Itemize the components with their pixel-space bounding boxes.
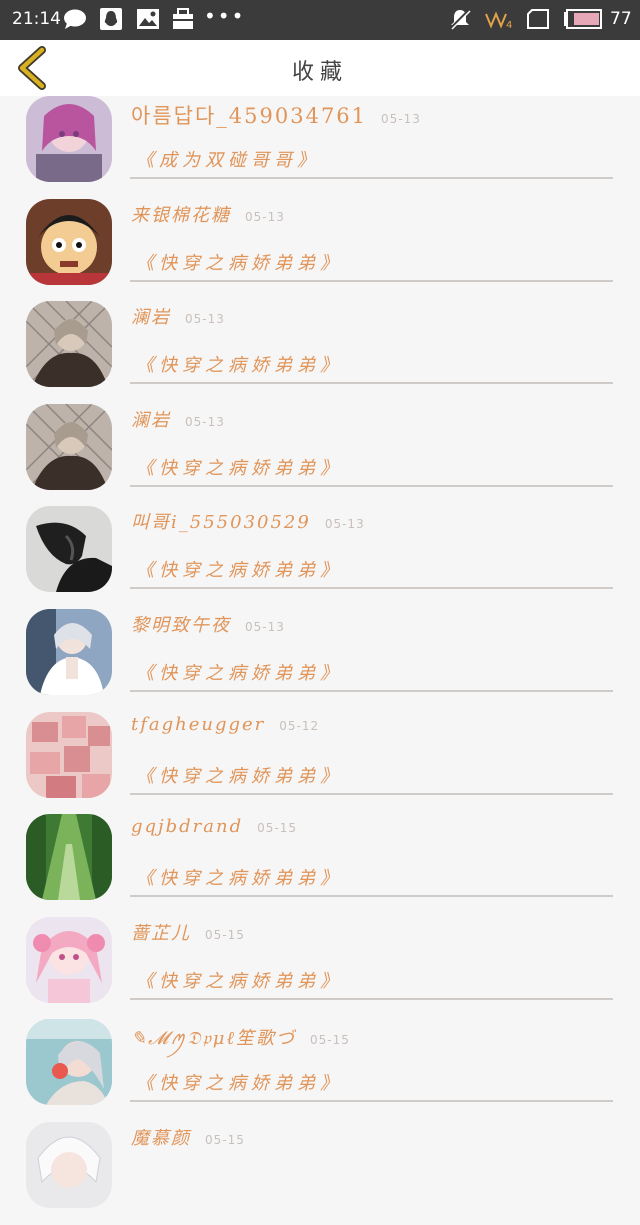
item-date: 05-12 xyxy=(279,718,320,733)
item-date: 05-13 xyxy=(185,414,225,429)
item-meta: 아름답다_459034761 05-13 xyxy=(131,100,421,130)
avatar[interactable] xyxy=(26,403,112,490)
book-title[interactable]: 《快穿之病娇弟弟》 xyxy=(136,1069,343,1095)
book-title[interactable]: 《快穿之病娇弟弟》 xyxy=(136,762,343,788)
item-date: 05-13 xyxy=(324,517,365,532)
divider xyxy=(130,792,613,795)
favorites-list: 아름답다_459034761 05-13 《成为双碰哥哥》 来银棉花糖 05-13 … xyxy=(0,96,640,1225)
item-date: 05-15 xyxy=(205,1132,245,1147)
username[interactable]: ✎𝓜ꪑ𝔇𝔭μℓ笙歌づ xyxy=(131,1028,296,1049)
status-time: 21:14 xyxy=(12,9,61,29)
battery-icon xyxy=(564,9,602,29)
book-title[interactable]: 《快穿之病娇弟弟》 xyxy=(136,967,343,993)
item-meta: gqjbdrand 05-15 xyxy=(131,816,297,837)
bag-icon xyxy=(173,8,193,29)
item-meta: ✎𝓜ꪑ𝔇𝔭μℓ笙歌づ 05-15 xyxy=(131,1021,350,1059)
username[interactable]: 蔷芷儿 xyxy=(131,923,191,944)
username[interactable]: 澜岩 xyxy=(131,410,171,431)
mute-icon xyxy=(450,9,471,30)
item-meta: 黎明致午夜 05-13 xyxy=(131,611,285,637)
username[interactable]: 黎明致午夜 xyxy=(131,615,231,636)
item-meta: 蔷芷儿 05-15 xyxy=(131,919,245,945)
book-title[interactable]: 《快穿之病娇弟弟》 xyxy=(136,249,343,275)
divider xyxy=(130,484,613,487)
divider xyxy=(130,382,613,385)
item-date: 05-15 xyxy=(205,927,245,942)
book-title[interactable]: 《快穿之病娇弟弟》 xyxy=(136,659,343,685)
app-header: 收藏 xyxy=(0,40,640,96)
item-meta: 澜岩 05-13 xyxy=(131,303,225,329)
avatar[interactable] xyxy=(26,608,112,695)
username[interactable]: 아름답다_459034761 xyxy=(131,104,367,128)
status-bar: 21:14 ••• 4 77 xyxy=(0,0,640,40)
avatar[interactable] xyxy=(26,301,112,388)
divider xyxy=(130,177,613,179)
item-date: 05-13 xyxy=(245,619,285,634)
username[interactable]: gqjbdrand xyxy=(131,816,243,837)
list-item[interactable]: 澜岩 05-13 《快穿之病娇弟弟》 xyxy=(0,403,640,507)
item-meta: 来银棉花糖 05-13 xyxy=(131,201,285,227)
list-item[interactable]: 来银棉花糖 05-13 《快穿之病娇弟弟》 xyxy=(0,198,640,302)
penguin-icon xyxy=(100,8,122,30)
list-item[interactable]: 魔慕颜 05-15 xyxy=(0,1121,640,1225)
list-item[interactable]: 黎明致午夜 05-13 《快穿之病娇弟弟》 xyxy=(0,608,640,712)
avatar[interactable] xyxy=(26,1121,112,1208)
item-date: 05-13 xyxy=(245,209,285,224)
username[interactable]: 魔慕颜 xyxy=(131,1128,191,1149)
list-item[interactable]: gqjbdrand 05-15 《快穿之病娇弟弟》 xyxy=(0,814,640,917)
avatar[interactable] xyxy=(26,96,112,182)
avatar[interactable] xyxy=(26,506,112,593)
username[interactable]: 澜岩 xyxy=(131,307,171,328)
list-item[interactable]: 叫哥i_555030529 05-13 《快穿之病娇弟弟》 xyxy=(0,506,640,609)
divider xyxy=(130,587,613,590)
avatar[interactable] xyxy=(26,814,112,901)
item-date: 05-15 xyxy=(257,821,297,836)
item-date: 05-13 xyxy=(185,312,225,327)
book-title[interactable]: 《快穿之病娇弟弟》 xyxy=(136,351,343,377)
avatar[interactable] xyxy=(26,198,112,285)
image-icon xyxy=(137,9,159,29)
username[interactable]: 叫哥i_555030529 xyxy=(131,512,311,533)
item-meta: tfagheugger 05-12 xyxy=(131,714,319,735)
battery-level: 77 xyxy=(610,9,632,29)
item-meta: 叫哥i_555030529 05-13 xyxy=(131,508,365,534)
item-meta: 魔慕颜 05-15 xyxy=(131,1124,245,1150)
page-title: 收藏 xyxy=(291,60,348,85)
book-title[interactable]: 《快穿之病娇弟弟》 xyxy=(136,454,343,480)
avatar[interactable] xyxy=(26,1019,112,1106)
avatar[interactable] xyxy=(26,916,112,1003)
book-title[interactable]: 《快穿之病娇弟弟》 xyxy=(136,556,343,582)
item-date: 05-13 xyxy=(381,112,421,126)
list-item[interactable]: tfagheugger 05-12 《快穿之病娇弟弟》 xyxy=(0,711,640,815)
sim-icon xyxy=(527,9,549,29)
book-title[interactable]: 《成为双碰哥哥》 xyxy=(136,146,320,172)
list-item[interactable]: 蔷芷儿 05-15 《快穿之病娇弟弟》 xyxy=(0,916,640,1020)
message-icon xyxy=(64,9,86,29)
list-item[interactable]: ✎𝓜ꪑ𝔇𝔭μℓ笙歌づ 05-15 《快穿之病娇弟弟》 xyxy=(0,1019,640,1122)
list-item[interactable]: 아름답다_459034761 05-13 《成为双碰哥哥》 xyxy=(0,96,640,199)
book-title[interactable]: 《快穿之病娇弟弟》 xyxy=(136,864,343,890)
divider xyxy=(130,895,613,898)
list-item[interactable]: 澜岩 05-13 《快穿之病娇弟弟》 xyxy=(0,301,640,404)
item-date: 05-15 xyxy=(309,1033,350,1048)
divider xyxy=(130,997,613,1000)
svg-text:4: 4 xyxy=(506,20,512,30)
more-dots-icon: ••• xyxy=(204,4,246,28)
divider xyxy=(130,1100,613,1103)
signal-icon: 4 xyxy=(485,11,512,30)
item-meta: 澜岩 05-13 xyxy=(131,406,225,432)
divider xyxy=(130,689,613,692)
username[interactable]: tfagheugger xyxy=(131,714,265,735)
avatar[interactable] xyxy=(26,711,112,798)
divider xyxy=(130,279,613,282)
username[interactable]: 来银棉花糖 xyxy=(131,205,231,226)
